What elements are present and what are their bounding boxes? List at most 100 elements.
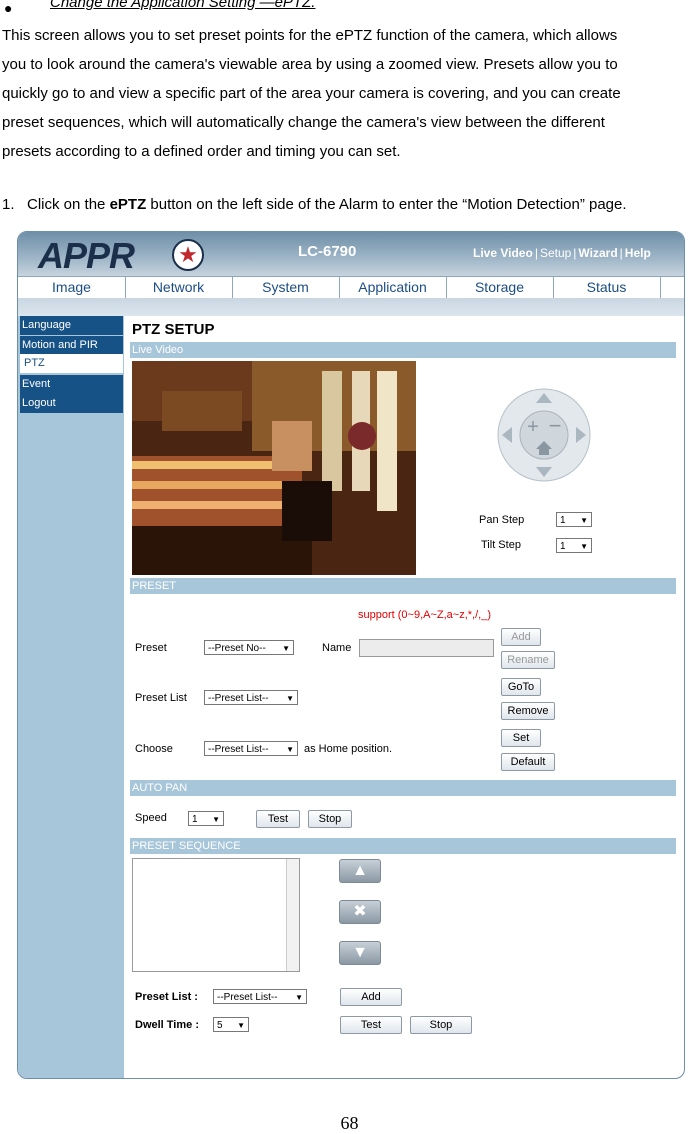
menu-system[interactable]: System [232, 277, 340, 298]
bullet-mark: ● [4, 0, 13, 16]
link-wizard[interactable]: Wizard [578, 246, 617, 260]
support-hint: support (0~9,A~Z,a~z,*,/,_) [358, 609, 491, 621]
chevron-down-icon: ▼ [282, 644, 290, 653]
chevron-down-icon: ▼ [580, 516, 588, 525]
menu-image[interactable]: Image [18, 277, 126, 298]
paragraph-line: presets according to a defined order and… [2, 143, 401, 160]
seq-add-button[interactable]: Add [340, 988, 402, 1006]
speed-label: Speed [135, 812, 167, 824]
page-title: PTZ SETUP [132, 321, 215, 338]
section-preset: PRESET [130, 578, 676, 594]
remove-preset-button[interactable]: Remove [501, 702, 555, 720]
pan-step-label: Pan Step [479, 514, 525, 526]
step-prefix: 1. Click on the [2, 196, 110, 213]
seq-preset-list-label: Preset List : [135, 991, 198, 1003]
rename-preset-button[interactable]: Rename [501, 651, 555, 669]
autopan-test-button[interactable]: Test [256, 810, 300, 828]
pan-step-select[interactable]: 1 ▼ [556, 512, 592, 527]
chevron-down-icon: ▼ [286, 745, 294, 754]
sidebar-item-event[interactable]: Event [20, 375, 123, 394]
logo-star-icon: ★ [172, 239, 204, 271]
chevron-down-icon: ▼ [212, 815, 220, 824]
ptz-direction-pad[interactable]: + − [496, 387, 592, 483]
dwell-time-select[interactable]: 5 ▼ [213, 1017, 249, 1032]
svg-text:+: + [527, 416, 539, 438]
link-help[interactable]: Help [625, 246, 651, 260]
seq-stop-button[interactable]: Stop [410, 1016, 472, 1034]
delete-sequence-button[interactable]: ✖ [339, 900, 381, 924]
chevron-down-icon: ▼ [580, 542, 588, 551]
section-auto-pan: AUTO PAN [130, 780, 676, 796]
chevron-down-icon: ▼ [237, 1021, 245, 1030]
tilt-step-label: Tilt Step [481, 539, 521, 551]
link-separator: | [573, 246, 577, 260]
step-bold-term: ePTZ [109, 196, 147, 213]
menu-stripe [18, 298, 684, 316]
sidebar-item-motion-and-pir[interactable]: Motion and PIR [20, 336, 123, 355]
preset-select[interactable]: --Preset No-- ▼ [204, 640, 294, 655]
ptz-setup-screenshot: APPR ★ LC-6790 Live Video | Setup | Wizard | H… [17, 231, 685, 1079]
header-banner: APPR ★ LC-6790 Live Video | Setup | Wizard | H… [18, 232, 684, 276]
preset-sequence-list[interactable] [132, 858, 300, 972]
chevron-down-icon: ▼ [286, 694, 294, 703]
tilt-step-select[interactable]: 1 ▼ [556, 538, 592, 553]
link-live-video[interactable]: Live Video [473, 246, 533, 260]
name-label: Name [322, 642, 352, 654]
paragraph-line: This screen allows you to set preset poi… [2, 27, 618, 44]
seq-preset-list-value: --Preset List-- [217, 992, 278, 1003]
sidebar-item-logout[interactable]: Logout [20, 394, 123, 413]
paragraph-line: quickly go to and view a specific part o… [2, 85, 621, 102]
close-icon: ✖ [353, 903, 367, 920]
step-instruction: 1. Click on the ePTZ button on the left … [2, 196, 627, 213]
autopan-stop-button[interactable]: Stop [308, 810, 352, 828]
menu-network[interactable]: Network [125, 277, 233, 298]
bakery-scene-image [132, 361, 416, 575]
sidebar-item-language[interactable]: Language [20, 316, 123, 335]
arrow-down-icon: ▼ [352, 944, 368, 961]
link-setup[interactable]: Setup [540, 246, 571, 260]
link-separator: | [619, 246, 623, 260]
dwell-time-label: Dwell Time : [135, 1019, 199, 1031]
preset-list-select[interactable]: --Preset List-- ▼ [204, 690, 298, 705]
pan-step-value: 1 [560, 515, 566, 526]
home-preset-value: --Preset List-- [208, 744, 269, 755]
seq-test-button[interactable]: Test [340, 1016, 402, 1034]
live-video-image [132, 361, 416, 575]
svg-text:−: − [549, 413, 562, 438]
preset-list-label: Preset List [135, 692, 187, 704]
paragraph-line: you to look around the camera's viewable… [2, 56, 618, 73]
preset-label: Preset [135, 642, 167, 654]
sidebar: Language Motion and PIR PTZ Event Logout [18, 316, 124, 1078]
speed-value: 1 [192, 814, 198, 825]
preset-list-value: --Preset List-- [208, 693, 269, 704]
top-links: Live Video | Setup | Wizard | Help [473, 246, 651, 260]
page-number: 68 [340, 1113, 359, 1133]
choose-label: Choose [135, 743, 173, 755]
main-menu: Image Network System Application Storage… [18, 276, 684, 299]
menu-application[interactable]: Application [339, 277, 447, 298]
default-home-button[interactable]: Default [501, 753, 555, 771]
preset-name-input[interactable] [359, 639, 494, 657]
preset-select-value: --Preset No-- [208, 643, 266, 654]
intro-paragraph: This screen allows you to set preset poi… [2, 21, 699, 166]
sidebar-item-ptz[interactable]: PTZ [20, 354, 123, 373]
seq-preset-list-select[interactable]: --Preset List-- ▼ [213, 989, 307, 1004]
home-position-text: as Home position. [304, 743, 393, 755]
speed-select[interactable]: 1 ▼ [188, 811, 224, 826]
goto-preset-button[interactable]: GoTo [501, 678, 541, 696]
paragraph-line: preset sequences, which will automatical… [2, 114, 605, 131]
link-separator: | [534, 246, 538, 260]
section-live-video: Live Video [130, 342, 676, 358]
menu-status[interactable]: Status [553, 277, 661, 298]
move-down-button[interactable]: ▼ [339, 941, 381, 965]
add-preset-button[interactable]: Add [501, 628, 541, 646]
section-heading: Change the Application Setting —ePTZ. [50, 0, 316, 11]
menu-storage[interactable]: Storage [446, 277, 554, 298]
step-suffix: button on the left side of the Alarm to … [146, 196, 627, 213]
home-preset-select[interactable]: --Preset List-- ▼ [204, 741, 298, 756]
move-up-button[interactable]: ▲ [339, 859, 381, 883]
appro-logo: APPR [38, 235, 135, 276]
list-scrollbar[interactable] [286, 859, 299, 971]
set-home-button[interactable]: Set [501, 729, 541, 747]
dwell-time-value: 5 [217, 1020, 223, 1031]
